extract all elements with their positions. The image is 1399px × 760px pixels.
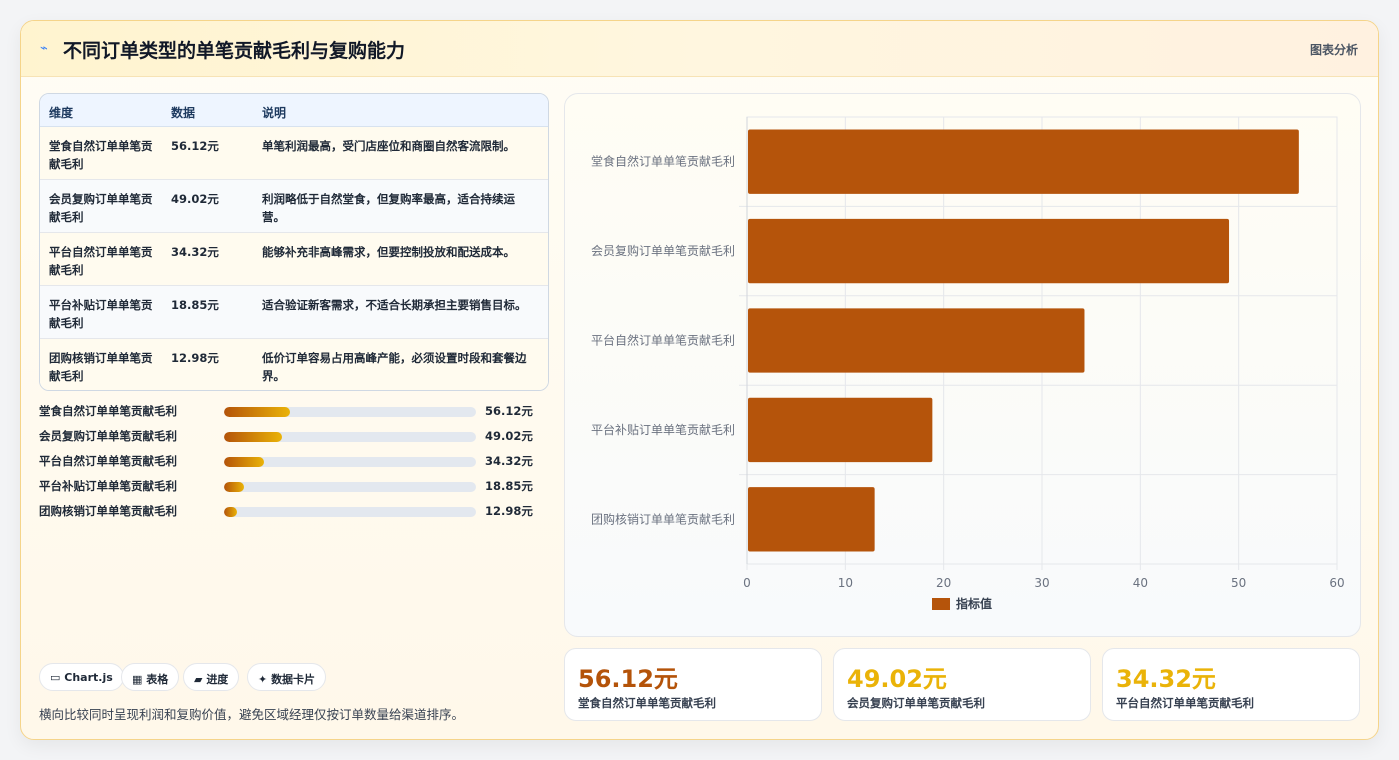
row-value: 18.85元: [171, 298, 219, 312]
pill-data-cards[interactable]: ✦ 数据卡片: [247, 663, 327, 691]
legend-swatch: [932, 598, 950, 610]
stat-value: 34.32元: [1116, 665, 1216, 693]
bar: [748, 397, 933, 463]
stat-label: 平台自然订单单笔贡献毛利: [1116, 696, 1254, 710]
row-dimension: 团购核销订单单笔贡献毛利: [49, 351, 153, 383]
x-tick-label: 60: [1329, 576, 1344, 590]
stat-card: 49.02元 会员复购订单单笔贡献毛利: [833, 648, 1091, 721]
progress-label: 平台补贴订单单笔贡献毛利: [39, 479, 177, 493]
stat-card: 34.32元 平台自然订单单笔贡献毛利: [1102, 648, 1360, 721]
progress-track: [224, 432, 476, 442]
progress-item: 会员复购订单单笔贡献毛利 49.02元: [39, 426, 549, 446]
pill-label: Chart.js: [64, 671, 113, 684]
progress-value: 12.98元: [485, 504, 533, 518]
dashboard-card: ⌁ 不同订单类型的单笔贡献毛利与复购能力 图表分析 维度 数据 说明 堂食自然订…: [20, 20, 1379, 740]
progress-track: [224, 407, 476, 417]
y-tick-label: 平台补贴订单单笔贡献毛利: [591, 422, 735, 437]
pill-table[interactable]: ▦ 表格: [121, 663, 180, 691]
progress-fill: [224, 432, 282, 442]
table-header-value: 数据: [171, 106, 196, 120]
table-row: 平台补贴订单单笔贡献毛利 18.85元 适合验证新客需求，不适合长期承担主要销售…: [40, 286, 548, 339]
x-tick-label: 40: [1133, 576, 1148, 590]
pill-label: 表格: [146, 673, 169, 686]
bar: [748, 218, 1230, 284]
progress-value: 56.12元: [485, 404, 533, 418]
pill-chartjs[interactable]: ▭ Chart.js: [39, 663, 124, 691]
chart-analysis-tag: 图表分析: [1309, 43, 1358, 57]
row-value: 49.02元: [171, 192, 219, 206]
table-header: 维度 数据 说明: [40, 94, 548, 127]
pill-progress[interactable]: ▰ 进度: [183, 663, 240, 691]
row-description: 低价订单容易占用高峰产能，必须设置时段和套餐边界。: [262, 351, 527, 383]
pill-label: 数据卡片: [271, 673, 316, 686]
stat-value: 56.12元: [578, 665, 678, 693]
row-dimension: 平台补贴订单单笔贡献毛利: [49, 298, 153, 330]
progress-item: 平台自然订单单笔贡献毛利 34.32元: [39, 451, 549, 471]
table-row: 堂食自然订单单笔贡献毛利 56.12元 单笔利润最高，受门店座位和商圈自然客流限…: [40, 127, 548, 180]
progress-fill: [224, 457, 265, 467]
line-chart-icon: ⌁: [40, 41, 48, 56]
data-table: 维度 数据 说明 堂食自然订单单笔贡献毛利 56.12元 单笔利润最高，受门店座…: [39, 93, 549, 391]
chart-panel: 0 10 20 30 40 50 60 堂食自然订单单笔贡献毛利 会员复购订单单笔贡献毛利 平台自…: [564, 93, 1361, 637]
window-icon: ▭: [50, 671, 61, 684]
sparkle-icon: ✦: [258, 673, 268, 686]
progress-label: 会员复购订单单笔贡献毛利: [39, 429, 177, 443]
row-dimension: 平台自然订单单笔贡献毛利: [49, 245, 153, 277]
progress-label: 平台自然订单单笔贡献毛利: [39, 454, 177, 468]
row-dimension: 会员复购订单单笔贡献毛利: [49, 192, 153, 224]
progress-value: 49.02元: [485, 429, 533, 443]
x-tick-label: 10: [838, 576, 853, 590]
table-header-description: 说明: [262, 106, 287, 120]
progress-label: 团购核销订单单笔贡献毛利: [39, 504, 177, 518]
bar: [748, 487, 875, 552]
pill-label: 进度: [206, 673, 229, 686]
stat-card: 56.12元 堂食自然订单单笔贡献毛利: [564, 648, 822, 721]
table-row: 团购核销订单单笔贡献毛利 12.98元 低价订单容易占用高峰产能，必须设置时段和…: [40, 339, 548, 390]
card-header: ⌁ 不同订单类型的单笔贡献毛利与复购能力 图表分析: [21, 21, 1378, 77]
y-tick-label: 会员复购订单单笔贡献毛利: [591, 243, 735, 258]
table-row: 会员复购订单单笔贡献毛利 49.02元 利润略低于自然堂食，但复购率最高，适合持…: [40, 180, 548, 233]
progress-item: 堂食自然订单单笔贡献毛利 56.12元: [39, 401, 549, 421]
page-title: 不同订单类型的单笔贡献毛利与复购能力: [63, 40, 406, 62]
x-tick-label: 30: [1034, 576, 1049, 590]
x-tick-label: 20: [936, 576, 951, 590]
row-description: 利润略低于自然堂食，但复购率最高，适合持续运营。: [262, 192, 515, 224]
progress-value: 34.32元: [485, 454, 533, 468]
progress-fill: [224, 507, 237, 517]
progress-track: [224, 457, 476, 467]
progress-item: 平台补贴订单单笔贡献毛利 18.85元: [39, 476, 549, 496]
stat-label: 堂食自然订单单笔贡献毛利: [578, 696, 716, 710]
row-dimension: 堂食自然订单单笔贡献毛利: [49, 139, 153, 171]
progress-item: 团购核销订单单笔贡献毛利 12.98元: [39, 501, 549, 521]
stat-value: 49.02元: [847, 665, 947, 693]
progress-fill: [224, 482, 245, 492]
legend-label: 指标值: [956, 596, 992, 611]
x-tick-label: 0: [743, 576, 751, 590]
progress-label: 堂食自然订单单笔贡献毛利: [39, 404, 177, 418]
y-tick-label: 平台自然订单单笔贡献毛利: [591, 333, 735, 348]
row-value: 34.32元: [171, 245, 219, 259]
table-icon: ▦: [132, 673, 143, 686]
row-value: 12.98元: [171, 351, 219, 365]
progress-value: 18.85元: [485, 479, 533, 493]
folder-icon: ▰: [194, 673, 203, 686]
row-description: 适合验证新客需求，不适合长期承担主要销售目标。: [262, 298, 527, 312]
row-description: 单笔利润最高，受门店座位和商圈自然客流限制。: [262, 139, 515, 153]
stat-label: 会员复购订单单笔贡献毛利: [847, 696, 985, 710]
progress-track: [224, 482, 476, 492]
bar: [748, 129, 1299, 194]
progress-track: [224, 507, 476, 517]
x-tick-label: 50: [1231, 576, 1246, 590]
bar: [748, 308, 1085, 373]
row-description: 能够补充非高峰需求，但要控制投放和配送成本。: [262, 245, 515, 259]
progress-fill: [224, 407, 290, 417]
footer-note: 横向比较同时呈现利润和复购价值，避免区域经理仅按订单数量给渠道排序。: [39, 707, 465, 722]
table-header-dimension: 维度: [49, 106, 74, 120]
y-tick-label: 团购核销订单单笔贡献毛利: [591, 511, 735, 526]
y-tick-label: 堂食自然订单单笔贡献毛利: [591, 154, 735, 169]
bar-chart: 0 10 20 30 40 50 60 堂食自然订单单笔贡献毛利会员复购订单单笔贡献毛利平台自…: [591, 116, 1345, 611]
row-value: 56.12元: [171, 139, 219, 153]
table-row: 平台自然订单单笔贡献毛利 34.32元 能够补充非高峰需求，但要控制投放和配送成…: [40, 233, 548, 286]
